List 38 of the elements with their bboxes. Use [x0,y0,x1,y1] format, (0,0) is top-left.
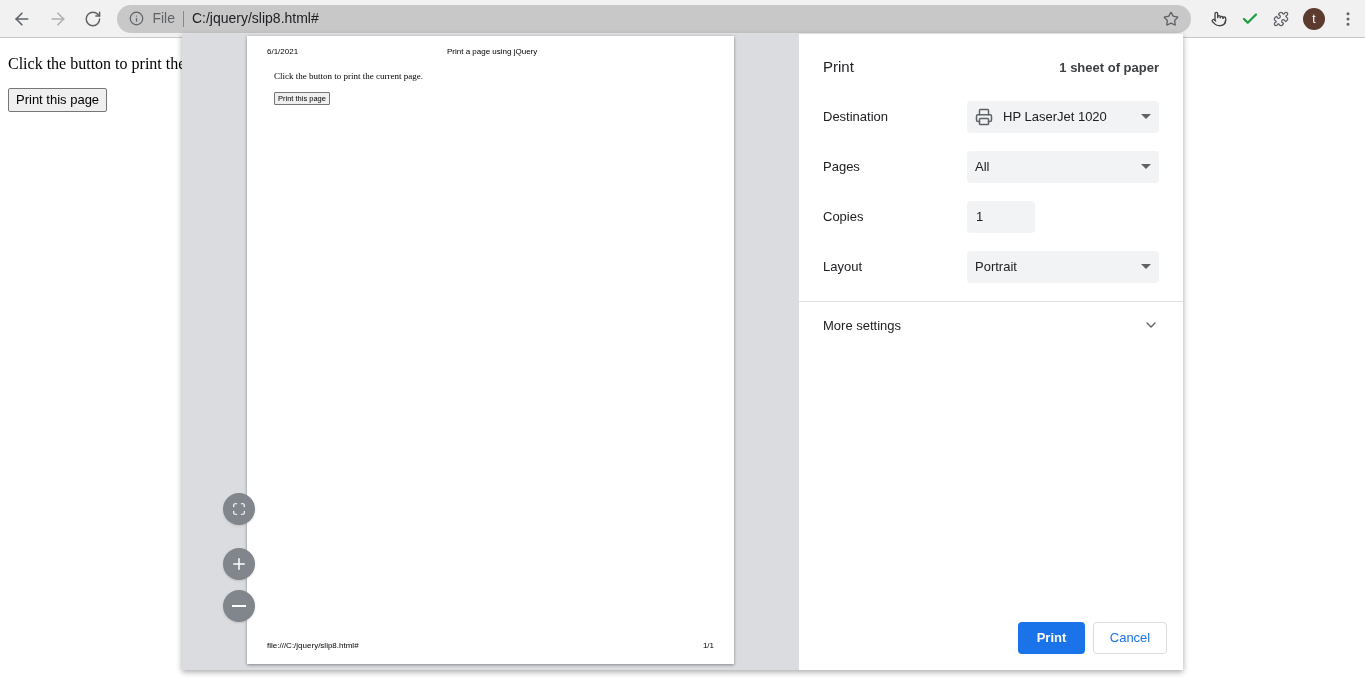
dialog-title: Print [823,57,854,77]
setting-dropdown[interactable]: HP LaserJet 1020 [967,100,1159,133]
fit-icon [232,502,246,516]
setting-label: Pages [823,157,861,176]
dropdown-caret-icon [1141,164,1151,169]
print-button[interactable]: Print [1018,622,1085,654]
setting-label: Destination [823,107,890,126]
setting-label: Copies [823,207,865,226]
reload-icon[interactable] [83,9,102,28]
bookmark-star-icon[interactable] [1163,10,1179,27]
profile-avatar[interactable]: t [1303,7,1325,30]
preview-page-number: 1/1 [702,640,714,652]
preview-text: Click the button to print the current page. [274,70,424,83]
preview-url: file:///C:/jquery/slip8.html# [267,640,359,652]
hand-pointer-icon[interactable] [1211,10,1227,27]
setting-dropdown[interactable]: Portrait [967,250,1159,283]
copies-field[interactable]: 1 [967,200,1035,233]
sheet-count: 1 sheet of paper [1059,58,1159,77]
address-scheme: File [152,9,175,28]
minus-icon [232,605,246,607]
zoom-out-button[interactable] [223,590,255,622]
address-text: C:/jquery/slip8.html# [191,9,319,28]
dropdown-caret-icon [1141,114,1151,119]
setting-dropdown[interactable]: All [967,150,1159,183]
preview-title: Print a page using jQuery [447,46,538,58]
plus-icon [230,555,248,573]
cancel-button[interactable]: Cancel [1093,622,1167,654]
zoom-in-button[interactable] [223,548,255,580]
print-page-button[interactable]: Print this page [8,88,108,112]
more-settings-toggle[interactable]: More settings [799,301,1183,349]
info-icon[interactable] [129,11,145,26]
printer-icon [975,107,993,126]
dropdown-caret-icon [1141,264,1151,269]
preview-date: 6/1/2021 [267,46,300,58]
fit-to-page-button[interactable] [223,493,255,525]
address-bar[interactable]: File C:/jquery/slip8.html# [117,4,1191,33]
extensions-icon[interactable] [1273,10,1289,27]
setting-label: Layout [823,257,864,276]
